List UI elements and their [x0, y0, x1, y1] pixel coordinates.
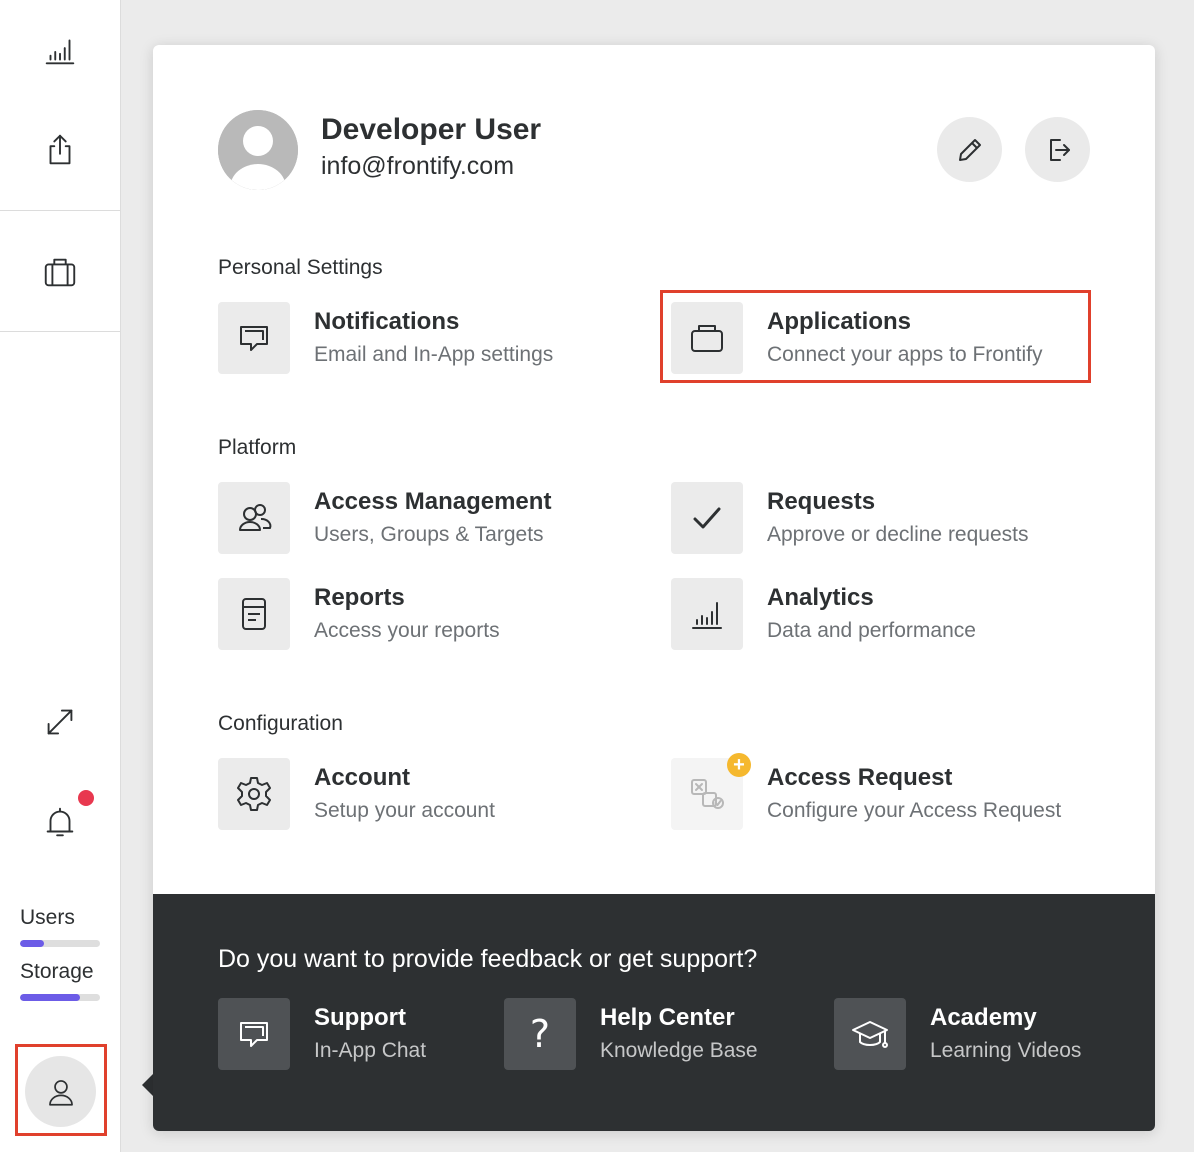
quota-users-label: Users [20, 906, 75, 929]
avatar-placeholder-icon [218, 110, 298, 190]
bell-icon [46, 807, 74, 837]
item-icon-box [218, 578, 290, 650]
profile-button[interactable] [25, 1056, 96, 1127]
item-icon-box [671, 578, 743, 650]
analytics-icon [45, 39, 75, 65]
footer-item-title: Support [314, 1004, 406, 1031]
footer-icon-box [218, 998, 290, 1070]
item-icon-box [218, 482, 290, 554]
access-request-icon [691, 779, 724, 809]
footer-item-subtitle: Knowledge Base [600, 1039, 758, 1062]
footer-icon-box [834, 998, 906, 1070]
quota-storage-fill [20, 994, 80, 1001]
edit-icon [958, 138, 981, 161]
item-title: Requests [767, 488, 876, 515]
item-subtitle: Setup your account [314, 799, 495, 822]
section-title-personal: Personal Settings [218, 256, 383, 279]
item-title: Account [314, 764, 410, 791]
section-title-platform: Platform [218, 436, 297, 459]
footer-item-subtitle: In-App Chat [314, 1039, 427, 1062]
item-title: Access Request [767, 764, 953, 791]
item-icon-box [671, 482, 743, 554]
quota-storage-bar [20, 994, 100, 1001]
section-title-configuration: Configuration [218, 712, 343, 735]
question-icon: ? [529, 1012, 551, 1056]
user-menu-popover: Developer User info@frontify.com Persona… [153, 45, 1155, 1131]
chat-icon [240, 326, 268, 351]
avatar [218, 110, 298, 190]
document-icon [242, 598, 266, 630]
item-icon-box [218, 758, 290, 830]
quota-users-bar [20, 940, 100, 947]
sidebar: Users Storage [0, 0, 121, 1152]
notification-dot [78, 790, 94, 806]
applications-highlight [660, 290, 1091, 383]
menu-item-reports[interactable]: Reports Access your reports [218, 578, 638, 650]
analytics-icon [692, 602, 722, 629]
footer-item-title: Help Center [600, 1004, 735, 1031]
footer-item-help-center[interactable]: ? Help Center Knowledge Base [504, 998, 804, 1070]
menu-item-analytics[interactable]: Analytics Data and performance [671, 578, 1091, 650]
footer-item-subtitle: Learning Videos [930, 1039, 1082, 1062]
item-subtitle: Access your reports [314, 619, 500, 642]
item-title: Access Management [314, 488, 552, 515]
sidebar-divider [0, 210, 120, 211]
item-icon-box [218, 302, 290, 374]
item-title: Reports [314, 584, 405, 611]
chat-icon [240, 1022, 268, 1047]
sidebar-briefcase-button[interactable] [0, 222, 120, 322]
share-icon [49, 134, 71, 165]
item-title: Analytics [767, 584, 874, 611]
support-footer: Do you want to provide feedback or get s… [153, 894, 1155, 1131]
quota-storage-label: Storage [20, 960, 94, 983]
item-subtitle: Users, Groups & Targets [314, 523, 544, 546]
menu-item-account[interactable]: Account Setup your account [218, 758, 638, 830]
item-subtitle: Email and In-App settings [314, 343, 554, 366]
footer-item-academy[interactable]: Academy Learning Videos [834, 998, 1134, 1070]
briefcase-icon [44, 258, 76, 287]
users-icon [239, 504, 272, 531]
item-subtitle: Data and performance [767, 619, 976, 642]
item-title: Notifications [314, 308, 460, 335]
gear-icon [237, 777, 271, 811]
check-icon [693, 507, 721, 529]
item-subtitle: Configure your Access Request [767, 799, 1062, 822]
logout-icon [1049, 138, 1070, 161]
menu-item-requests[interactable]: Requests Approve or decline requests [671, 482, 1091, 554]
footer-title: Do you want to provide feedback or get s… [218, 945, 758, 973]
user-name: Developer User [321, 113, 542, 146]
sidebar-analytics-button[interactable] [0, 0, 120, 100]
sidebar-divider [0, 331, 120, 332]
edit-profile-button[interactable] [937, 117, 1002, 182]
sidebar-expand-button[interactable] [0, 672, 120, 772]
footer-item-support[interactable]: Support In-App Chat [218, 998, 518, 1070]
item-subtitle: Approve or decline requests [767, 523, 1029, 546]
footer-icon-box: ? [504, 998, 576, 1070]
user-icon [48, 1079, 73, 1106]
quota-users-fill [20, 940, 44, 947]
expand-icon [47, 709, 73, 735]
plus-badge: + [727, 753, 751, 777]
footer-item-title: Academy [930, 1004, 1037, 1031]
logout-button[interactable] [1025, 117, 1090, 182]
graduation-cap-icon [852, 1021, 888, 1048]
menu-item-access-management[interactable]: Access Management Users, Groups & Target… [218, 482, 638, 554]
sidebar-notifications-button[interactable] [0, 772, 120, 872]
user-email: info@frontify.com [321, 152, 515, 180]
sidebar-share-button[interactable] [0, 100, 120, 200]
menu-item-notifications[interactable]: Notifications Email and In-App settings [218, 302, 638, 374]
